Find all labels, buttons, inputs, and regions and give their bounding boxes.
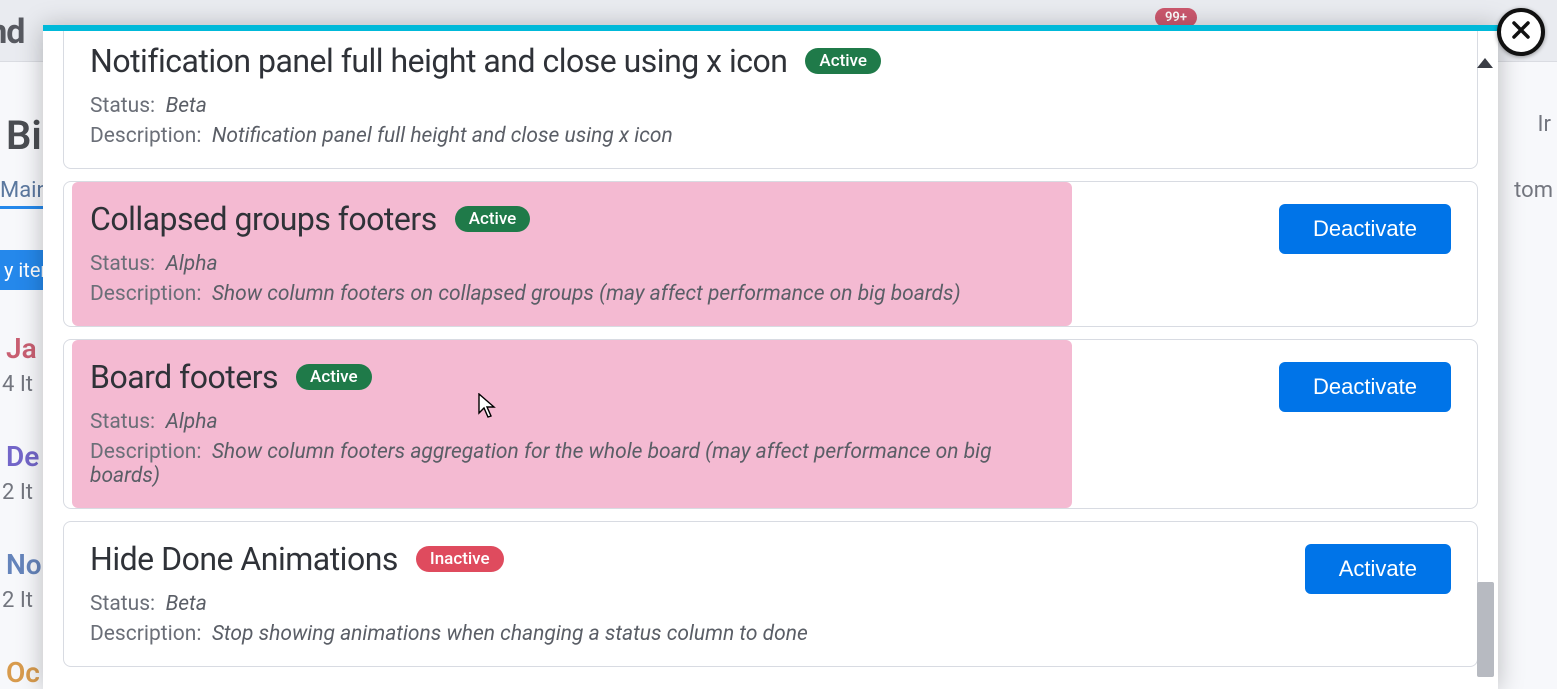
feature-title: Hide Done Animations: [90, 540, 398, 578]
group-name[interactable]: De: [6, 440, 39, 473]
scroll-up-arrow-icon[interactable]: [1477, 58, 1493, 68]
feature-card: Collapsed groups footers Active Status: Al…: [63, 181, 1478, 327]
close-icon: [1509, 18, 1533, 46]
feature-info: Collapsed groups footers Active Status: Al…: [72, 182, 1072, 326]
activate-button[interactable]: Activate: [1305, 544, 1451, 594]
group-count: 2 It: [2, 480, 33, 505]
feature-info: Hide Done Animations Inactive Status: Beta…: [90, 540, 1285, 646]
feature-description: Description: Stop showing animations whe…: [90, 622, 1285, 646]
right-label-partial: tom: [1514, 178, 1553, 203]
feature-status: Status: Alpha: [90, 410, 1062, 434]
group-name[interactable]: Oc: [6, 656, 40, 689]
feature-status: Status: Alpha: [90, 252, 1062, 276]
tab-main[interactable]: Main: [0, 178, 49, 203]
group-count: 2 It: [2, 588, 33, 613]
group-name[interactable]: No: [6, 548, 42, 581]
feature-description: Description: Notification panel full hei…: [90, 124, 1451, 148]
feature-status: Status: Beta: [90, 94, 1451, 118]
feature-title-row: Collapsed groups footers Active: [90, 200, 1062, 238]
scrollbar-thumb[interactable]: [1477, 582, 1494, 677]
feature-description: Description: Show column footers on coll…: [90, 282, 1062, 306]
group-count: 4 It: [2, 372, 33, 397]
close-button[interactable]: [1497, 8, 1545, 56]
inactive-badge: Inactive: [416, 546, 504, 572]
feature-card: Board footers Active Status: Alpha Descript…: [63, 339, 1478, 509]
feature-status: Status: Beta: [90, 592, 1285, 616]
deactivate-button[interactable]: Deactivate: [1279, 204, 1451, 254]
active-badge: Active: [805, 48, 881, 74]
feature-title-row: Hide Done Animations Inactive: [90, 540, 1285, 578]
deactivate-button[interactable]: Deactivate: [1279, 362, 1451, 412]
feature-title: Board footers: [90, 358, 278, 396]
feature-info: Board footers Active Status: Alpha Descript…: [72, 340, 1072, 508]
feature-flags-modal: Notification panel full height and close…: [43, 25, 1498, 689]
feature-title: Collapsed groups footers: [90, 200, 437, 238]
modal-scroll-area[interactable]: Notification panel full height and close…: [63, 31, 1478, 689]
active-badge: Active: [296, 364, 372, 390]
feature-title-row: Notification panel full height and close…: [90, 42, 1451, 80]
feature-description: Description: Show column footers aggrega…: [90, 440, 1062, 488]
feature-title: Notification panel full height and close…: [90, 42, 787, 80]
feature-card: Notification panel full height and close…: [63, 31, 1478, 169]
active-badge: Active: [455, 206, 531, 232]
brand-partial: ond: [0, 12, 24, 52]
feature-info: Notification panel full height and close…: [90, 42, 1451, 148]
right-icon-partial: Ir: [1538, 112, 1551, 137]
feature-title-row: Board footers Active: [90, 358, 1062, 396]
group-name[interactable]: Ja: [6, 332, 37, 365]
feature-card: Hide Done Animations Inactive Status: Beta…: [63, 521, 1478, 667]
